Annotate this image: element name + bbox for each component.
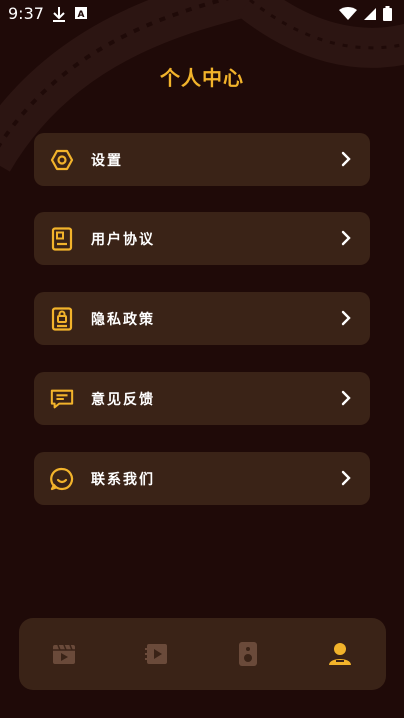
- bottom-tab-bar: [19, 618, 386, 690]
- user-icon: [329, 643, 351, 665]
- chevron-right-icon: [341, 310, 351, 326]
- svg-text:A: A: [78, 10, 85, 20]
- chevron-right-icon: [341, 230, 351, 246]
- cell-signal-icon: [364, 7, 376, 20]
- tab-video[interactable]: [141, 639, 171, 669]
- video-play-icon: [145, 644, 167, 664]
- clapperboard-icon: [53, 644, 75, 664]
- menu-item-privacy-policy[interactable]: 隐私政策: [34, 292, 370, 345]
- menu-item-settings[interactable]: 设置: [34, 133, 370, 186]
- status-time: 9:37: [8, 4, 44, 23]
- a-notification-icon: A: [75, 7, 87, 20]
- contact-us-icon: [50, 467, 74, 490]
- status-bar: 9:37 A: [0, 0, 404, 28]
- menu-item-label: 联系我们: [91, 471, 155, 488]
- menu-item-label: 隐私政策: [91, 311, 155, 328]
- user-agreement-icon: [51, 226, 73, 251]
- tab-profile[interactable]: [325, 639, 355, 669]
- page-title: 个人中心: [160, 66, 244, 90]
- speaker-icon: [239, 642, 257, 666]
- battery-icon: [383, 6, 392, 21]
- menu-item-feedback[interactable]: 意见反馈: [34, 372, 370, 425]
- tab-speaker[interactable]: [233, 639, 263, 669]
- tab-clapperboard[interactable]: [49, 639, 79, 669]
- chevron-right-icon: [341, 151, 351, 167]
- menu-item-user-agreement[interactable]: 用户协议: [34, 212, 370, 265]
- wifi-icon: [339, 6, 357, 20]
- privacy-policy-icon: [51, 306, 73, 331]
- menu-item-contact-us[interactable]: 联系我们: [34, 452, 370, 505]
- chevron-right-icon: [341, 390, 351, 406]
- menu-item-label: 设置: [91, 152, 123, 169]
- chevron-right-icon: [341, 470, 351, 486]
- settings-icon: [50, 149, 74, 170]
- download-icon: [53, 7, 65, 22]
- feedback-icon: [50, 389, 74, 408]
- menu-item-label: 意见反馈: [91, 391, 155, 408]
- menu-item-label: 用户协议: [91, 231, 155, 248]
